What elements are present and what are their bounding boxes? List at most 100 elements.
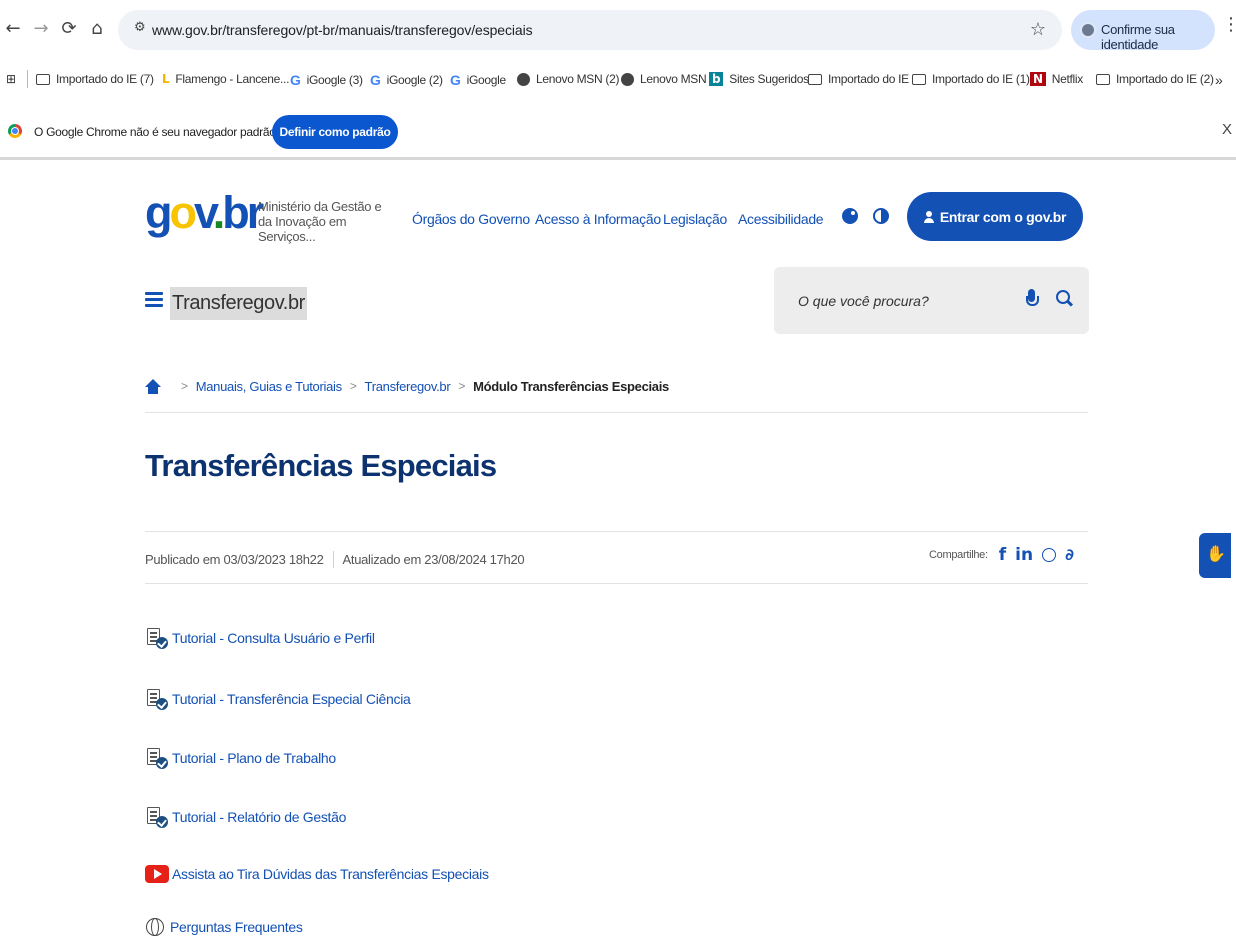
- infobar-close-button[interactable]: X: [1222, 121, 1232, 138]
- bookmark-item[interactable]: GiGoogle: [450, 72, 506, 88]
- linkedin-icon[interactable]: in: [1015, 545, 1033, 565]
- apps-grid-icon[interactable]: ⊞: [6, 72, 22, 86]
- forward-arrow-icon[interactable]: →: [30, 18, 52, 40]
- menu-hamburger-icon[interactable]: [145, 292, 163, 308]
- bookmarks-separator: [27, 70, 28, 88]
- site-settings-icon[interactable]: ⚙: [134, 20, 146, 35]
- set-default-button[interactable]: Definir como padrão: [272, 115, 398, 149]
- published-date: Publicado em 03/03/2023 18h22: [145, 552, 324, 567]
- home-browser-icon[interactable]: ⌂: [86, 18, 108, 40]
- list-item[interactable]: Perguntas Frequentes: [145, 914, 303, 940]
- login-govbr-button[interactable]: Entrar com o gov.br: [907, 192, 1083, 241]
- tutorial-link[interactable]: Tutorial - Plano de Trabalho: [172, 750, 336, 766]
- bookmark-item[interactable]: GiGoogle (3): [290, 72, 363, 88]
- share-label: Compartilhe:: [929, 549, 988, 561]
- nav-legislacao[interactable]: Legislação: [663, 211, 727, 227]
- list-item[interactable]: Tutorial - Consulta Usuário e Perfil: [145, 625, 375, 651]
- breadcrumb-separator: >: [349, 379, 357, 393]
- list-item[interactable]: Assista ao Tira Dúvidas das Transferênci…: [145, 861, 489, 887]
- breadcrumb: > Manuais, Guias e Tutoriais > Transfere…: [145, 376, 669, 396]
- globe-icon: [621, 72, 634, 86]
- youtube-icon: [145, 865, 169, 883]
- contrast-icon[interactable]: [873, 208, 889, 224]
- bing-icon: b: [709, 72, 724, 86]
- bookmark-label: Netflix: [1051, 72, 1084, 86]
- list-item[interactable]: Tutorial - Plano de Trabalho: [145, 745, 336, 771]
- bookmarks-overflow-button[interactable]: »: [1215, 72, 1223, 88]
- bookmark-item[interactable]: Importado do IE: [808, 72, 909, 86]
- identity-label: Confirme sua identidade: [1101, 22, 1175, 52]
- bookmark-label: Lenovo MSN: [640, 72, 707, 86]
- globe-icon: [145, 917, 167, 937]
- folder-icon: [36, 73, 50, 85]
- breadcrumb-manuais[interactable]: Manuais, Guias e Tutoriais: [196, 379, 342, 394]
- bookmark-item[interactable]: b Sites Sugeridos: [709, 72, 809, 86]
- bookmark-star-icon[interactable]: ☆: [1030, 19, 1046, 40]
- video-link[interactable]: Assista ao Tira Dúvidas das Transferênci…: [172, 866, 489, 882]
- lance-icon: L: [162, 72, 170, 86]
- copy-link-icon[interactable]: ∂: [1065, 545, 1074, 565]
- bookmark-item[interactable]: Importado do IE (1): [912, 72, 1030, 86]
- faq-link[interactable]: Perguntas Frequentes: [170, 919, 303, 935]
- chrome-menu-icon[interactable]: ⋮: [1222, 14, 1236, 35]
- user-icon: [923, 210, 934, 223]
- publication-meta: Publicado em 03/03/2023 18h22 Atualizado…: [145, 551, 525, 568]
- whatsapp-icon[interactable]: [1042, 548, 1057, 562]
- bookmark-label: iGoogle (2): [386, 73, 443, 87]
- list-item[interactable]: Tutorial - Relatório de Gestão: [145, 804, 346, 830]
- bookmark-item[interactable]: N Netflix: [1030, 72, 1083, 86]
- search-input[interactable]: [774, 267, 1014, 334]
- reload-icon[interactable]: ⟳: [58, 18, 80, 40]
- document-check-icon: [145, 747, 168, 769]
- bookmark-label: Importado do IE (7): [56, 72, 154, 86]
- bookmark-item[interactable]: Lenovo MSN (2): [517, 72, 619, 86]
- login-label: Entrar com o gov.br: [939, 208, 1067, 225]
- url-text[interactable]: www.gov.br/transferegov/pt-br/manuais/tr…: [152, 22, 533, 38]
- folder-icon: [912, 73, 926, 85]
- cookie-icon[interactable]: [842, 208, 858, 224]
- bookmark-item[interactable]: Importado do IE (2): [1096, 72, 1214, 86]
- tutorial-link[interactable]: Tutorial - Consulta Usuário e Perfil: [172, 630, 375, 646]
- google-icon: G: [370, 72, 381, 88]
- vlibras-accessibility-button[interactable]: [1199, 533, 1231, 578]
- divider: [145, 531, 1088, 532]
- identity-button[interactable]: Confirme sua identidade: [1071, 10, 1215, 52]
- nav-acessibilidade[interactable]: Acessibilidade: [738, 211, 824, 227]
- bookmark-item[interactable]: GiGoogle (2): [370, 72, 443, 88]
- breadcrumb-current: Módulo Transferências Especiais: [473, 378, 669, 394]
- bookmark-item[interactable]: L Flamengo - Lancene...: [162, 72, 289, 86]
- govbr-logo[interactable]: gov.br: [145, 190, 264, 235]
- folder-icon: [808, 73, 822, 85]
- breadcrumb-separator: >: [181, 379, 188, 393]
- nav-orgaos-governo[interactable]: Órgãos do Governo: [412, 211, 530, 227]
- search-icon[interactable]: [1056, 290, 1072, 306]
- bookmark-label: Importado do IE (1): [932, 72, 1030, 86]
- bookmark-label: iGoogle (3): [306, 73, 363, 87]
- google-icon: G: [450, 72, 461, 88]
- breadcrumb-transferegov[interactable]: Transferegov.br: [365, 379, 451, 394]
- facebook-icon[interactable]: f: [999, 545, 1006, 565]
- bookmark-item[interactable]: Importado do IE (7): [36, 72, 154, 86]
- bookmarks-bar: ⊞ Importado do IE (7) L Flamengo - Lancen…: [0, 62, 1236, 98]
- bookmark-label: iGoogle: [466, 73, 507, 87]
- tutorial-link[interactable]: Tutorial - Relatório de Gestão: [172, 809, 346, 825]
- site-name[interactable]: Transferegov.br: [170, 287, 307, 320]
- address-bar[interactable]: ⚙ www.gov.br/transferegov/pt-br/manuais/…: [118, 10, 1062, 50]
- document-check-icon: [145, 806, 168, 828]
- page-title: Transferências Especiais: [145, 448, 497, 483]
- infobar-message: O Google Chrome não é seu navegador padr…: [34, 125, 276, 139]
- home-icon[interactable]: [145, 378, 161, 394]
- microphone-icon[interactable]: [1026, 289, 1039, 311]
- document-check-icon: [145, 688, 168, 710]
- bookmark-item[interactable]: Lenovo MSN: [621, 72, 707, 86]
- folder-icon: [1096, 73, 1110, 85]
- google-icon: G: [290, 72, 301, 88]
- search-box: [774, 267, 1089, 334]
- tutorial-link[interactable]: Tutorial - Transferência Especial Ciênci…: [172, 691, 411, 707]
- back-arrow-icon[interactable]: ←: [2, 18, 24, 40]
- bookmark-label: Importado do IE (2): [1116, 72, 1214, 86]
- ministry-name: Ministério da Gestão e da Inovação em Se…: [258, 199, 382, 244]
- nav-acesso-informacao[interactable]: Acesso à Informação: [535, 211, 661, 227]
- list-item[interactable]: Tutorial - Transferência Especial Ciênci…: [145, 686, 411, 712]
- default-browser-infobar: O Google Chrome não é seu navegador padr…: [0, 106, 1236, 160]
